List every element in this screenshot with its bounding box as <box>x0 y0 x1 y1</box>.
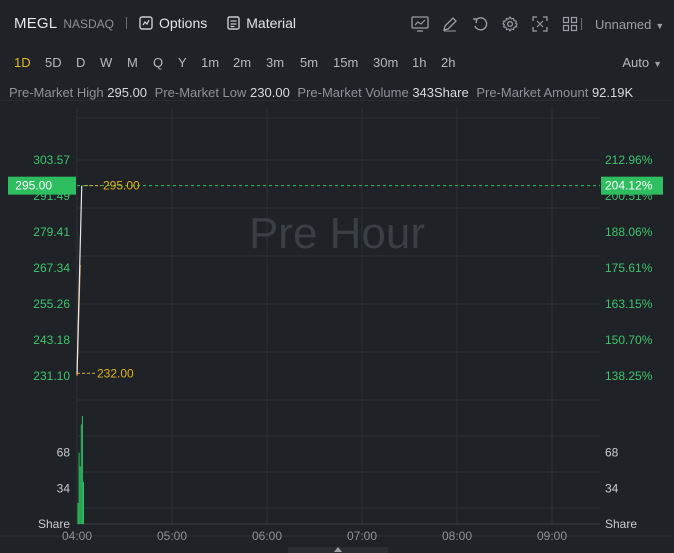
stat-label: Pre-Market Low <box>154 85 247 100</box>
timeframe-q[interactable]: Q <box>153 55 163 70</box>
price-line <box>76 185 83 375</box>
volume-unit-right: Share <box>605 517 637 531</box>
y-tick-left: 267.34 <box>33 261 70 275</box>
stat-value: 343Share <box>412 85 469 100</box>
y-tick-right: 212.96% <box>605 153 653 167</box>
options-label: Options <box>159 15 208 31</box>
chevron-up-icon <box>334 547 342 552</box>
toolbar-divider <box>581 18 582 30</box>
x-tick-label: 06:00 <box>252 529 282 543</box>
y-tick-left: 231.10 <box>33 369 70 383</box>
layout-name-label: Unnamed <box>595 17 652 32</box>
header-divider <box>126 17 127 29</box>
current-price-right: 204.12% <box>605 179 653 193</box>
timeframe-y[interactable]: Y <box>178 55 187 70</box>
y-tick-left: 303.57 <box>33 153 70 167</box>
stat-label: Pre-Market High <box>9 85 104 100</box>
volume-bar <box>78 452 80 524</box>
stat-value: 230.00 <box>250 85 290 100</box>
options-icon <box>139 16 153 30</box>
draw-icon[interactable] <box>440 14 460 34</box>
timeframe-1h[interactable]: 1h <box>412 55 426 70</box>
auto-label: Auto <box>622 55 650 70</box>
material-button[interactable]: Material <box>227 15 296 31</box>
volume-bar <box>77 503 79 524</box>
y-tick-left: 243.18 <box>33 333 70 347</box>
x-tick-label: 05:00 <box>157 529 187 543</box>
y-tick-right: 188.06% <box>605 225 653 239</box>
x-tick-label: 09:00 <box>537 529 567 543</box>
volume-bar <box>83 482 84 524</box>
exchange-label: NASDAQ <box>63 17 114 31</box>
timeframe-d[interactable]: D <box>76 55 85 70</box>
y-tick-left: 279.41 <box>33 225 70 239</box>
timeframe-1d[interactable]: 1D <box>14 55 31 70</box>
fullscreen-icon[interactable] <box>530 14 550 34</box>
x-tick-label: 08:00 <box>442 529 472 543</box>
undo-icon[interactable] <box>470 14 490 34</box>
options-button[interactable]: Options <box>139 15 207 31</box>
volume-bar <box>81 415 83 524</box>
grid-icon[interactable] <box>560 14 580 34</box>
chevron-down-icon: ▼ <box>653 59 662 69</box>
timeframe-m[interactable]: M <box>127 55 138 70</box>
y-tick-right: 150.70% <box>605 333 653 347</box>
gear-icon[interactable] <box>500 14 520 34</box>
timeframe-w[interactable]: W <box>100 55 112 70</box>
chart-watermark: Pre Hour <box>249 209 425 258</box>
x-tick-label: 07:00 <box>347 529 377 543</box>
volume-tick-left: 34 <box>57 481 71 495</box>
ticker-symbol[interactable]: MEGL <box>14 15 57 32</box>
material-icon <box>227 16 240 30</box>
timeframe-5m[interactable]: 5m <box>300 55 318 70</box>
volume-bar <box>80 424 82 524</box>
y-tick-right: 138.25% <box>605 369 653 383</box>
chart-icon[interactable] <box>410 14 430 34</box>
premarket-stats: Pre-Market High 295.00 Pre-Market Low 23… <box>9 85 637 100</box>
volume-tick-right: 68 <box>605 446 619 460</box>
current-price-left: 295.00 <box>15 179 52 193</box>
timeframe-2m[interactable]: 2m <box>233 55 251 70</box>
stat-label: Pre-Market Volume <box>297 85 409 100</box>
stat-label: Pre-Market Amount <box>476 85 589 100</box>
toolbar-icons <box>400 14 580 34</box>
timeframe-30m[interactable]: 30m <box>373 55 398 70</box>
volume-tick-left: 68 <box>57 446 71 460</box>
y-tick-right: 163.15% <box>605 297 653 311</box>
volume-bar <box>79 466 81 524</box>
timeframe-2h[interactable]: 2h <box>441 55 455 70</box>
timeframe-bar: 1D 5D D W M Q Y 1m 2m 3m 5m 15m 30m 1h 2… <box>0 46 674 78</box>
price-chart[interactable]: Pre Hour303.57291.49279.41267.34255.2624… <box>0 100 674 547</box>
volume-tick-right: 34 <box>605 481 619 495</box>
timeframe-3m[interactable]: 3m <box>266 55 284 70</box>
y-tick-left: 255.26 <box>33 297 70 311</box>
low-marker-label: 232.00 <box>97 366 134 380</box>
stat-value: 92.19K <box>591 85 634 100</box>
x-tick-label: 04:00 <box>62 529 92 543</box>
auto-dropdown[interactable]: Auto ▼ <box>622 55 662 70</box>
y-tick-right: 175.61% <box>605 261 653 275</box>
chevron-down-icon: ▼ <box>655 21 665 31</box>
timeframe-1m[interactable]: 1m <box>201 55 219 70</box>
high-marker-label: 295.00 <box>103 179 140 193</box>
timeframe-5d[interactable]: 5D <box>45 55 62 70</box>
stat-value: 295.00 <box>107 85 148 100</box>
layout-dropdown[interactable]: Unnamed ▼ <box>595 17 664 32</box>
material-label: Material <box>246 15 297 31</box>
timeframe-15m[interactable]: 15m <box>333 55 358 70</box>
